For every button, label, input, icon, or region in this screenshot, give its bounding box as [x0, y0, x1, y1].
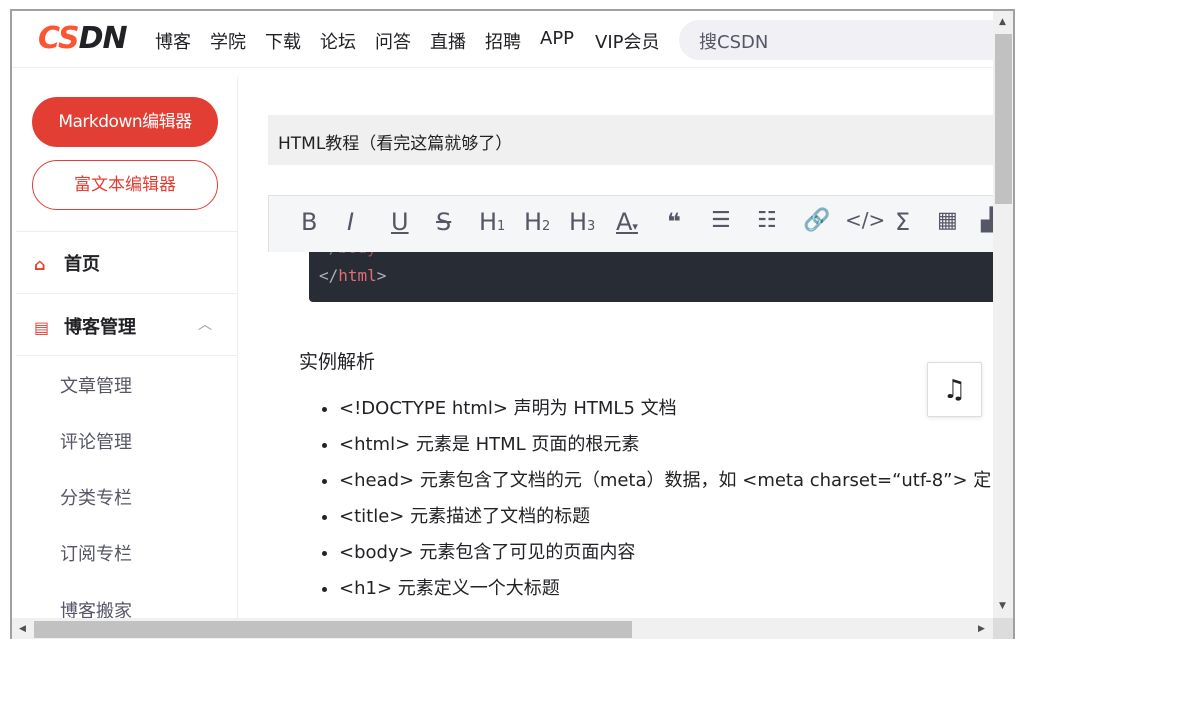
chart-icon[interactable]: ▟ — [981, 208, 993, 233]
h1-icon[interactable]: H1 — [479, 208, 505, 236]
nav-link-qa[interactable]: 问答 — [375, 28, 411, 54]
editor-toolbar: B I U S H1 H2 H3 A▾ ❝ ☰ ☷ 🔗 </> Σ ▦ ▟ — [268, 195, 993, 252]
list-item: <!DOCTYPE html> 声明为 HTML5 文档 — [339, 395, 991, 431]
quote-icon[interactable]: ❝ — [667, 208, 681, 236]
search-input[interactable]: 搜CSDN — [679, 20, 999, 60]
sidebar-item-categories[interactable]: 分类专栏 — [60, 484, 132, 510]
nav-link-live[interactable]: 直播 — [430, 28, 466, 54]
underline-icon[interactable]: U — [391, 208, 409, 236]
browser-window: CSDN 博客 学院 下载 论坛 问答 直播 招聘 APP VIP会员 搜CSD… — [10, 9, 1015, 639]
sidebar-item-subscriptions[interactable]: 订阅专栏 — [60, 540, 132, 566]
code-line: </body> — [319, 252, 386, 257]
h2-icon[interactable]: H2 — [524, 208, 550, 236]
scrollbar-corner — [993, 618, 1013, 639]
code-icon[interactable]: </> — [845, 208, 885, 232]
bullet-list: <!DOCTYPE html> 声明为 HTML5 文档 <html> 元素是 … — [339, 395, 991, 611]
nav-link-academy[interactable]: 学院 — [210, 28, 246, 54]
bold-icon[interactable]: B — [301, 208, 317, 236]
headset-icon: ♫ — [942, 375, 967, 405]
vertical-scrollbar[interactable]: ▲ ▼ — [993, 11, 1013, 618]
home-icon: ⌂ — [34, 255, 46, 274]
nav-link-app[interactable]: APP — [540, 28, 574, 49]
scroll-right-icon[interactable]: ▶ — [978, 624, 985, 634]
horizontal-scroll-thumb[interactable] — [34, 621, 632, 638]
code-block[interactable]: </body> </html> — [309, 252, 993, 302]
divider — [16, 293, 238, 294]
unordered-list-icon[interactable]: ☷ — [757, 208, 777, 233]
horizontal-scrollbar[interactable]: ◀ ▶ — [12, 618, 993, 639]
divider — [16, 231, 238, 232]
nav-link-vip[interactable]: VIP会员 — [595, 28, 659, 54]
strikethrough-icon[interactable]: S — [436, 208, 451, 236]
document-icon: ▤ — [34, 318, 50, 337]
ordered-list-icon[interactable]: ☰ — [711, 208, 731, 233]
sidebar-item-home[interactable]: ⌂ 首页 — [34, 250, 100, 276]
vertical-scroll-thumb[interactable] — [995, 34, 1012, 204]
list-item: <title> 元素描述了文档的标题 — [339, 503, 991, 539]
nav-link-blog[interactable]: 博客 — [155, 28, 191, 54]
left-sidebar: Markdown编辑器 富文本编辑器 ⌂ 首页 ▤ 博客管理 ︿ 文章管理 评论管理… — [12, 77, 238, 639]
chevron-up-icon[interactable]: ︿ — [198, 314, 212, 334]
list-item: <body> 元素包含了可见的页面内容 — [339, 539, 991, 575]
sidebar-item-comments[interactable]: 评论管理 — [60, 428, 132, 454]
article-title-input[interactable]: HTML教程（看完这篇就够了） — [268, 115, 993, 165]
divider — [16, 355, 238, 356]
sum-icon[interactable]: Σ — [895, 208, 910, 236]
markdown-editor-button[interactable]: Markdown编辑器 — [32, 97, 218, 147]
font-color-icon[interactable]: A▾ — [616, 208, 638, 236]
csdn-logo[interactable]: CSDN — [38, 21, 128, 56]
h3-icon[interactable]: H3 — [569, 208, 595, 236]
editor-area: HTML教程（看完这篇就够了） </body> </html> B I U S … — [239, 77, 993, 617]
scroll-left-icon[interactable]: ◀ — [19, 624, 26, 634]
nav-link-jobs[interactable]: 招聘 — [485, 28, 521, 54]
customer-support-button[interactable]: ♫ — [927, 362, 982, 417]
scroll-down-icon[interactable]: ▼ — [999, 601, 1006, 611]
richtext-editor-button[interactable]: 富文本编辑器 — [32, 160, 218, 210]
nav-link-download[interactable]: 下载 — [265, 28, 301, 54]
code-line: </html> — [319, 266, 387, 285]
top-navigation: CSDN 博客 学院 下载 论坛 问答 直播 招聘 APP VIP会员 搜CSD… — [12, 11, 999, 68]
list-item: <h1> 元素定义一个大标题 — [339, 575, 991, 611]
list-item: <html> 元素是 HTML 页面的根元素 — [339, 431, 991, 467]
nav-link-forum[interactable]: 论坛 — [320, 28, 356, 54]
sidebar-item-blog-manage[interactable]: ▤ 博客管理 — [34, 313, 136, 339]
sidebar-item-articles[interactable]: 文章管理 — [60, 372, 132, 398]
section-heading: 实例解析 — [299, 351, 376, 373]
list-item: <head> 元素包含了文档的元（meta）数据，如 <meta charset… — [339, 467, 991, 503]
link-icon[interactable]: 🔗 — [803, 208, 830, 233]
table-icon[interactable]: ▦ — [937, 208, 958, 233]
italic-icon[interactable]: I — [347, 208, 354, 236]
scroll-up-icon[interactable]: ▲ — [999, 17, 1006, 27]
